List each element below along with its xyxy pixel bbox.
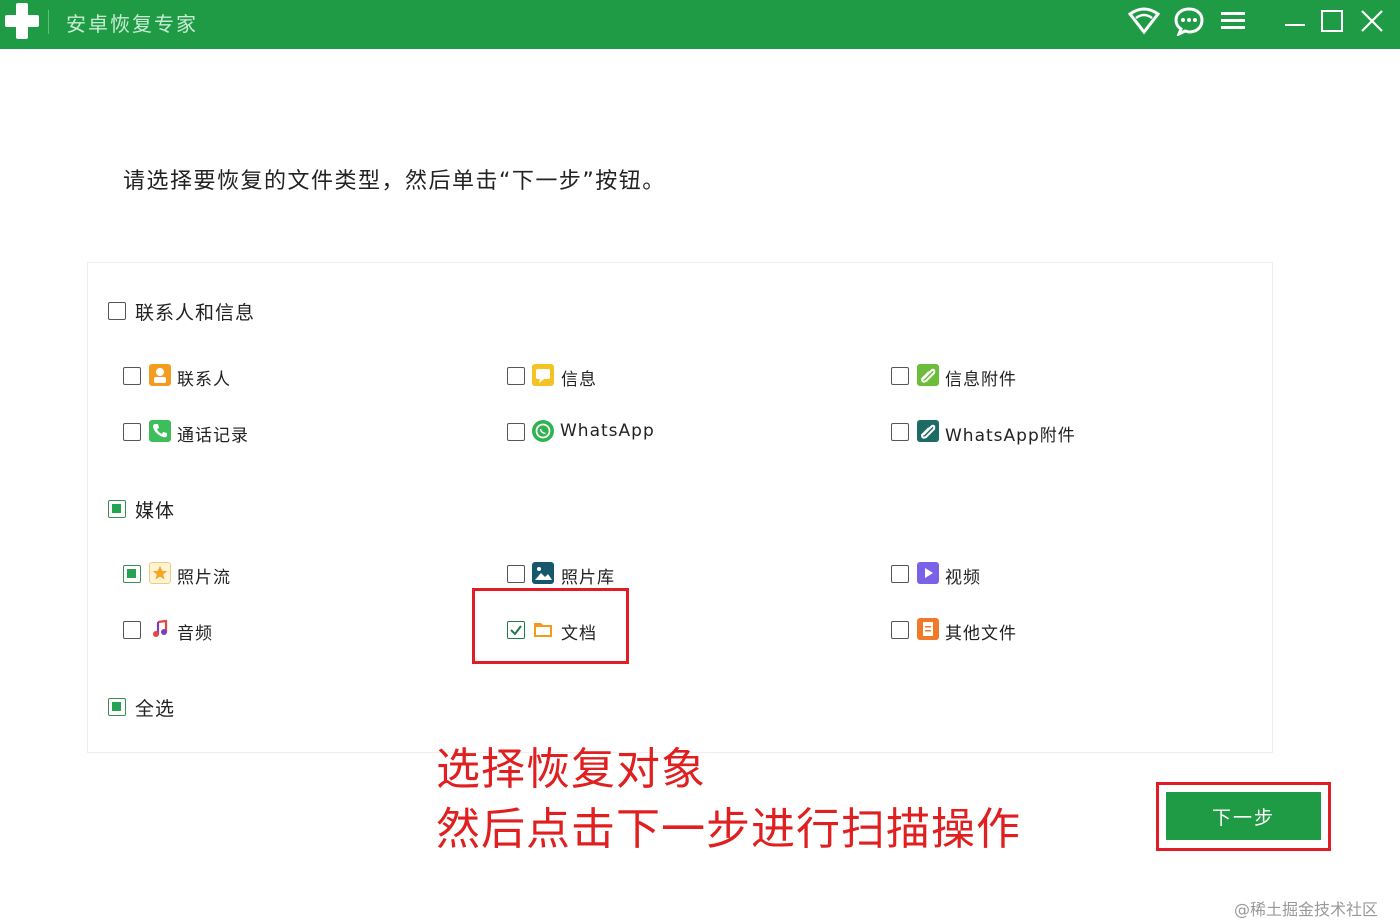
contact-icon <box>149 364 171 386</box>
maximize-icon[interactable] <box>1316 6 1348 36</box>
video-icon <box>917 562 939 584</box>
watermark: @稀土掘金技术社区 <box>1234 900 1379 919</box>
checkbox-whatsapp-attachments[interactable] <box>891 423 909 441</box>
menu-icon[interactable] <box>1218 6 1250 36</box>
message-icon <box>532 364 554 386</box>
checkbox-photo-library[interactable] <box>507 565 525 583</box>
label-whatsapp-attachments: WhatsApp附件 <box>945 426 1076 446</box>
audio-icon <box>149 618 171 640</box>
chat-icon[interactable] <box>1173 6 1205 38</box>
app-title: 安卓恢复专家 <box>66 12 198 36</box>
label-select-all: 全选 <box>135 698 176 720</box>
checkbox-messages[interactable] <box>507 367 525 385</box>
phone-icon <box>149 420 171 442</box>
star-photo-icon <box>149 562 171 584</box>
label-contacts: 联系人 <box>177 370 231 390</box>
label-call-logs: 通话记录 <box>177 426 249 446</box>
checkbox-media[interactable] <box>108 500 126 518</box>
annotation-line-1: 选择恢复对象 <box>436 744 706 795</box>
checkbox-other-files[interactable] <box>891 621 909 639</box>
app-logo-icon <box>5 3 39 39</box>
checkbox-audio[interactable] <box>123 621 141 639</box>
checkbox-message-attachments[interactable] <box>891 367 909 385</box>
checkbox-call-logs[interactable] <box>123 423 141 441</box>
attachment-icon <box>917 364 939 386</box>
close-icon[interactable] <box>1356 6 1388 36</box>
label-audio: 音频 <box>177 624 213 644</box>
label-photo-stream: 照片流 <box>177 568 231 588</box>
label-photo-library: 照片库 <box>561 568 615 588</box>
annotation-line-2: 然后点击下一步进行扫描操作 <box>436 804 1021 855</box>
minimize-icon[interactable] <box>1280 6 1312 36</box>
whatsapp-attachment-icon <box>917 420 939 442</box>
label-messages: 信息 <box>561 370 597 390</box>
checkbox-video[interactable] <box>891 565 909 583</box>
documents-highlight-box <box>472 588 629 664</box>
wifi-icon[interactable] <box>1127 6 1161 36</box>
instruction-text: 请选择要恢复的文件类型，然后单击“下一步”按钮。 <box>123 169 666 194</box>
label-video: 视频 <box>945 568 981 588</box>
file-icon <box>917 618 939 640</box>
checkbox-photo-stream[interactable] <box>123 565 141 583</box>
title-bar: 安卓恢复专家 <box>0 0 1400 49</box>
gallery-icon <box>532 562 554 584</box>
group-label-contacts-messages: 联系人和信息 <box>135 302 256 324</box>
next-step-button[interactable]: 下一步 <box>1166 792 1321 840</box>
title-separator <box>48 10 49 34</box>
checkbox-select-all[interactable] <box>108 698 126 716</box>
whatsapp-icon <box>532 420 554 442</box>
checkbox-contacts-messages[interactable] <box>108 302 126 320</box>
label-message-attachments: 信息附件 <box>945 370 1017 390</box>
checkbox-whatsapp[interactable] <box>507 423 525 441</box>
group-label-media: 媒体 <box>135 500 176 522</box>
label-other-files: 其他文件 <box>945 624 1017 644</box>
file-type-panel <box>87 262 1273 753</box>
checkbox-contacts[interactable] <box>123 367 141 385</box>
label-whatsapp: WhatsApp <box>560 421 655 441</box>
